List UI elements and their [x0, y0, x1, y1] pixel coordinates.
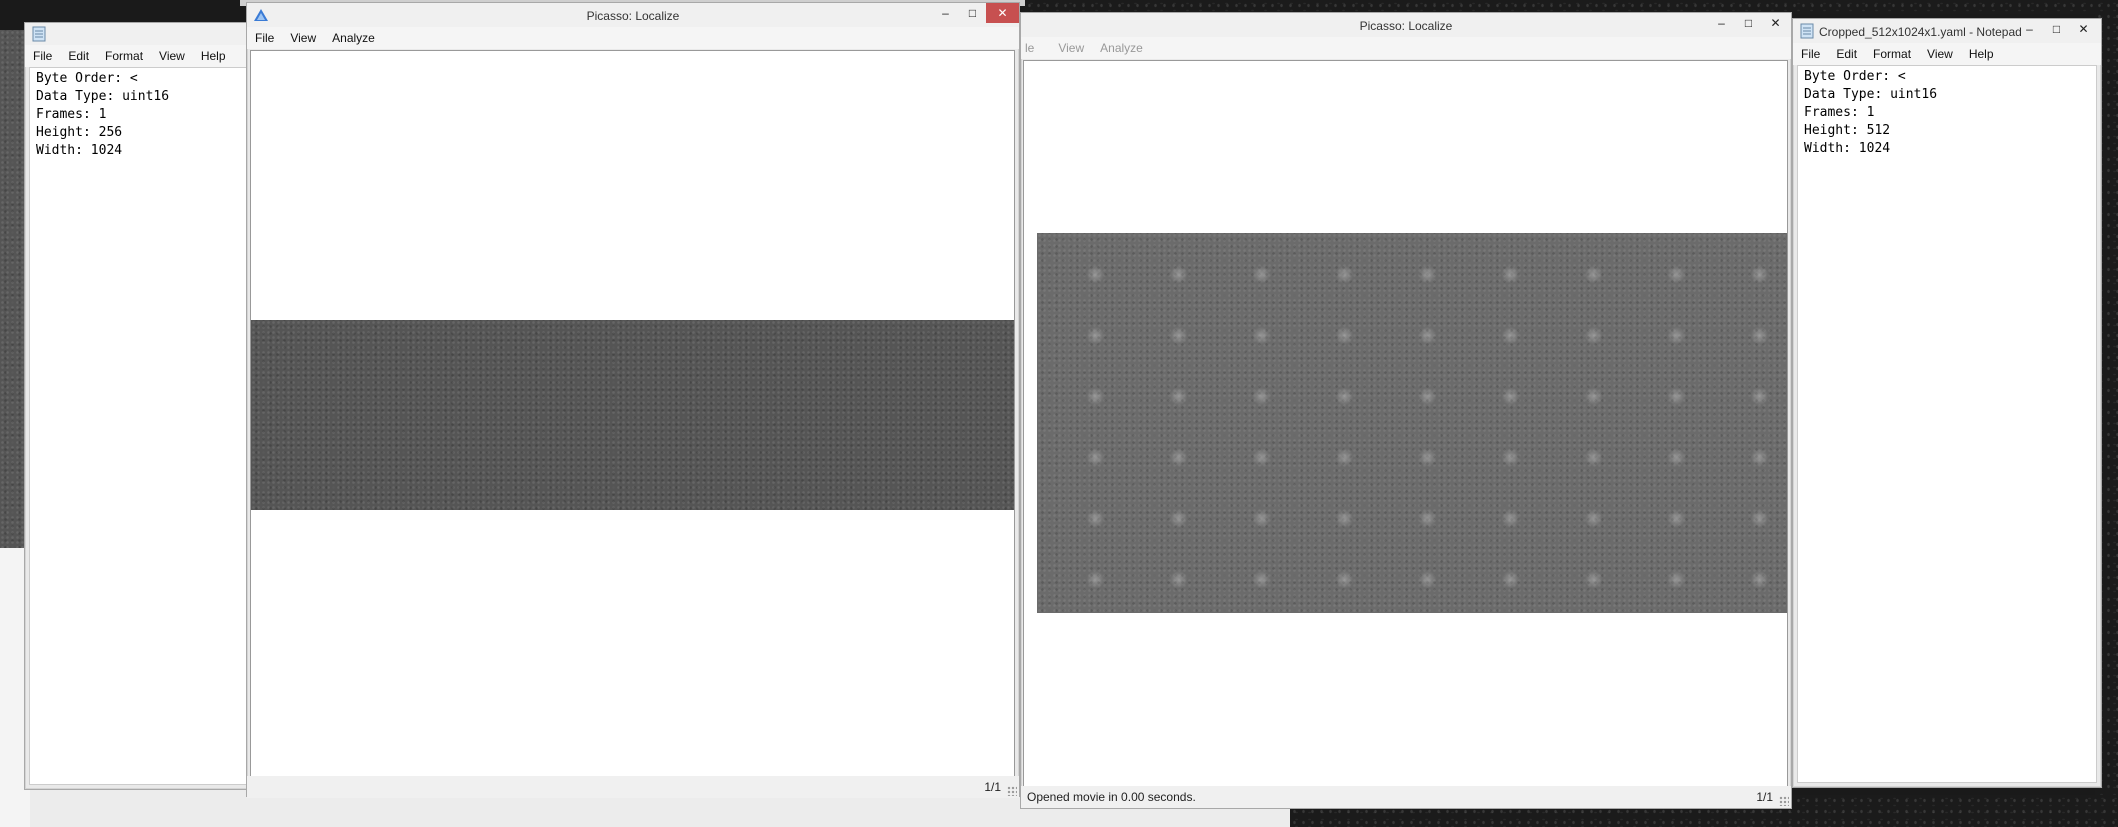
close-icon[interactable]: ✕ — [986, 3, 1019, 23]
menu-edit[interactable]: Edit — [1828, 47, 1865, 61]
minimize-icon[interactable]: – — [1708, 13, 1735, 33]
notepad-icon — [31, 26, 47, 42]
text-line: Height: 512 — [1804, 123, 1891, 138]
menu-format[interactable]: Format — [97, 49, 151, 63]
localize-2-titlebar: Picasso: Localize – □ ✕ — [1021, 13, 1791, 37]
localize-1-menubar: File View Analyze — [247, 27, 1019, 49]
movie-frame-image — [251, 320, 1014, 510]
right-notepad-text-area[interactable]: Byte Order: < Data Type: uint16 Frames: … — [1797, 65, 2097, 783]
text-line: Width: 1024 — [1804, 141, 1891, 156]
notepad-icon — [1799, 23, 1815, 39]
localize-1-titlebar: Picasso: Localize – □ ✕ — [247, 3, 1019, 27]
text-line: Data Type: uint16 — [36, 89, 170, 104]
minimize-icon[interactable]: – — [2016, 19, 2043, 39]
menu-file[interactable]: le — [1021, 41, 1042, 55]
menu-view[interactable]: View — [1919, 47, 1961, 61]
menu-help[interactable]: Help — [1961, 47, 2002, 61]
menu-analyze[interactable]: Analyze — [324, 31, 383, 45]
localize-1-title: Picasso: Localize — [586, 9, 680, 23]
right-notepad-title: Cropped_512x1024x1.yaml - Notepad — [1819, 25, 2022, 39]
menu-help[interactable]: Help — [193, 49, 234, 63]
resize-grip-icon[interactable] — [1007, 786, 1017, 796]
text-line: Frames: 1 — [36, 107, 107, 122]
close-icon[interactable]: ✕ — [2070, 19, 2097, 39]
menu-file[interactable]: File — [1793, 47, 1828, 61]
right-notepad-window: Cropped_512x1024x1.yaml - Notepad – □ ✕ … — [1792, 18, 2102, 788]
frame-counter: 1/1 — [1756, 790, 1773, 804]
menu-analyze[interactable]: Analyze — [1092, 41, 1151, 55]
text-line: Data Type: uint16 — [1804, 87, 1938, 102]
text-line: Byte Order: < — [36, 71, 138, 86]
left-notepad-menubar: File Edit Format View Help — [25, 45, 263, 67]
localize-2-title: Picasso: Localize — [1359, 19, 1453, 33]
minimize-icon[interactable]: – — [932, 3, 959, 23]
menu-format[interactable]: Format — [1865, 47, 1919, 61]
menu-view[interactable]: View — [1042, 41, 1092, 55]
localize-window-2: Picasso: Localize – □ ✕ le View Analyze … — [1020, 12, 1792, 809]
close-icon[interactable]: ✕ — [1762, 13, 1789, 33]
menu-view[interactable]: View — [151, 49, 193, 63]
text-line: Width: 1024 — [36, 143, 123, 158]
maximize-icon[interactable]: □ — [959, 3, 986, 23]
frame-counter: 1/1 — [984, 780, 1001, 794]
right-notepad-menubar: File Edit Format View Help — [1793, 43, 2101, 65]
left-notepad-titlebar — [25, 23, 263, 45]
menu-file[interactable]: File — [25, 49, 60, 63]
resize-grip-icon[interactable] — [1779, 796, 1789, 806]
text-line: Byte Order: < — [1804, 69, 1906, 84]
localize-2-statusbar: Opened movie in 0.00 seconds. 1/1 — [1021, 786, 1791, 808]
localize-window-1: Picasso: Localize – □ ✕ File View Analyz… — [246, 2, 1020, 798]
right-notepad-titlebar: Cropped_512x1024x1.yaml - Notepad – □ ✕ — [1793, 19, 2101, 43]
movie-frame-image — [1037, 233, 1787, 613]
localize-2-view[interactable] — [1023, 60, 1788, 787]
localize-1-view[interactable] — [250, 50, 1015, 777]
menu-view[interactable]: View — [282, 31, 324, 45]
text-line: Frames: 1 — [1804, 105, 1875, 120]
localize-2-menubar: le View Analyze — [1021, 37, 1791, 59]
status-text: Opened movie in 0.00 seconds. — [1027, 790, 1196, 804]
localize-1-statusbar: 1/1 — [247, 776, 1019, 798]
maximize-icon[interactable]: □ — [1735, 13, 1762, 33]
menu-edit[interactable]: Edit — [60, 49, 97, 63]
left-notepad-text-area[interactable]: Byte Order: < Data Type: uint16 Frames: … — [29, 67, 261, 785]
left-notepad-window: File Edit Format View Help Byte Order: <… — [24, 22, 264, 790]
maximize-icon[interactable]: □ — [2043, 19, 2070, 39]
menu-file[interactable]: File — [247, 31, 282, 45]
text-line: Height: 256 — [36, 125, 123, 140]
